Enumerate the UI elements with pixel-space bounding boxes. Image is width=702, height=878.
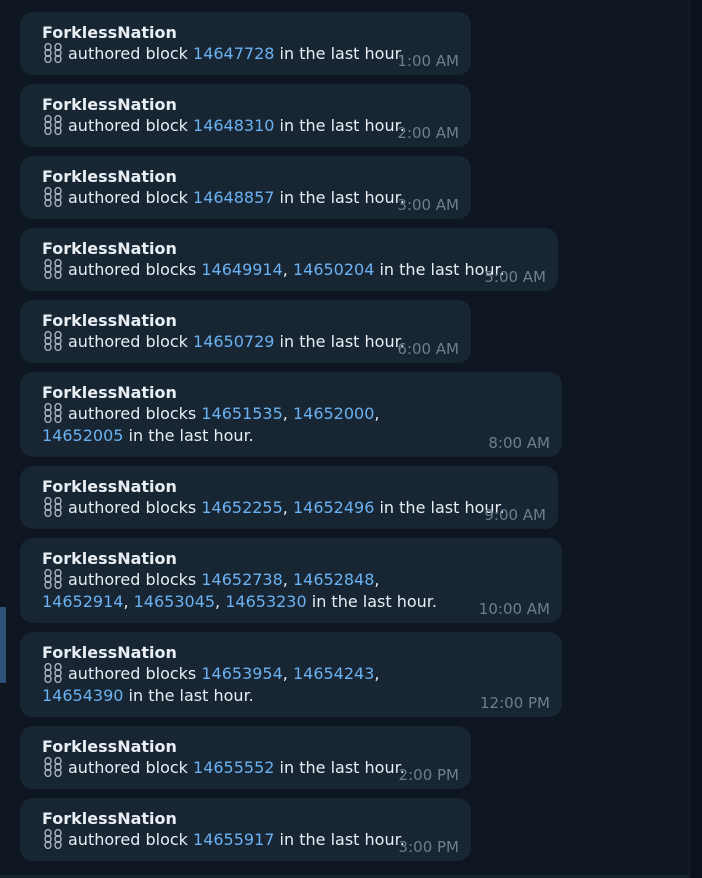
message-bubble: ForklessNation authored block 14655552 in… <box>20 726 471 789</box>
message-sender[interactable]: ForklessNation <box>42 238 546 259</box>
chain-link-icon <box>42 496 64 519</box>
message-suffix: in the last hour. <box>279 116 405 135</box>
message-sender[interactable]: ForklessNation <box>42 808 459 829</box>
message-verb: authored block <box>68 188 188 207</box>
block-link[interactable]: 14653954 <box>201 664 282 683</box>
chain-link-icon <box>42 42 64 65</box>
message-bubble: ForklessNation authored blocks 14651535, … <box>20 372 562 457</box>
chain-link-icon <box>42 568 64 591</box>
message-text: authored blocks 14651535, 14652000, 1465… <box>42 402 380 445</box>
message-sender[interactable]: ForklessNation <box>42 166 459 187</box>
block-link[interactable]: 14647728 <box>193 44 274 63</box>
chain-link-icon <box>42 828 64 851</box>
message-sender[interactable]: ForklessNation <box>42 382 550 403</box>
message-sender[interactable]: ForklessNation <box>42 642 550 663</box>
message-time: 5:00 AM <box>484 268 546 286</box>
message-sender[interactable]: ForklessNation <box>42 548 550 569</box>
block-link[interactable]: 14652848 <box>293 570 374 589</box>
chat-area: ForklessNation authored block 14647728 in… <box>0 0 690 878</box>
message-verb: authored blocks <box>68 664 197 683</box>
message-sender[interactable]: ForklessNation <box>42 310 459 331</box>
message-suffix: in the last hour. <box>279 758 405 777</box>
message-time: 1:00 AM <box>397 52 459 70</box>
message-time: 2:00 PM <box>398 766 459 784</box>
message-bubble: ForklessNation authored block 14648310 in… <box>20 84 471 147</box>
block-link[interactable]: 14650729 <box>193 332 274 351</box>
block-link[interactable]: 14654243 <box>293 664 374 683</box>
message-verb: authored block <box>68 758 188 777</box>
message-sender[interactable]: ForklessNation <box>42 476 546 497</box>
message-time: 3:00 PM <box>398 838 459 856</box>
message-bubble: ForklessNation authored blocks 14652738, … <box>20 538 562 623</box>
message-text: authored blocks 14652738, 14652848, 1465… <box>42 568 437 611</box>
block-link[interactable]: 14652496 <box>293 498 374 517</box>
message-bubble: ForklessNation authored block 14648857 in… <box>20 156 471 219</box>
message-time: 9:00 AM <box>484 506 546 524</box>
message-text: authored block 14655552 in the last hour… <box>42 756 459 779</box>
block-link[interactable]: 14648857 <box>193 188 274 207</box>
message-text: authored blocks 14653954, 14654243, 1465… <box>42 662 380 705</box>
chain-link-icon <box>42 186 64 209</box>
block-link[interactable]: 14649914 <box>201 260 282 279</box>
message-suffix: in the last hour. <box>128 426 254 445</box>
message-suffix: in the last hour. <box>279 332 405 351</box>
message-suffix: in the last hour. <box>279 44 405 63</box>
message-verb: authored blocks <box>68 498 197 517</box>
message-suffix: in the last hour. <box>279 830 405 849</box>
message-verb: authored block <box>68 44 188 63</box>
message-verb: authored blocks <box>68 260 197 279</box>
message-time: 10:00 AM <box>478 600 550 618</box>
chain-link-icon <box>42 330 64 353</box>
chain-link-icon <box>42 114 64 137</box>
message-suffix: in the last hour. <box>128 686 254 705</box>
message-time: 8:00 AM <box>488 434 550 452</box>
message-bubble: ForklessNation authored blocks 14649914, … <box>20 228 558 291</box>
chain-link-icon <box>42 662 64 685</box>
message-text: authored blocks 14652255, 14652496 in th… <box>42 496 546 519</box>
message-sender[interactable]: ForklessNation <box>42 94 459 115</box>
block-link[interactable]: 14654390 <box>42 686 123 705</box>
block-link[interactable]: 14650204 <box>293 260 374 279</box>
message-suffix: in the last hour. <box>311 592 437 611</box>
message-time: 12:00 PM <box>480 694 550 712</box>
block-link[interactable]: 14648310 <box>193 116 274 135</box>
message-verb: authored block <box>68 332 188 351</box>
message-bubble: ForklessNation authored blocks 14652255, … <box>20 466 558 529</box>
block-link[interactable]: 14652255 <box>201 498 282 517</box>
message-sender[interactable]: ForklessNation <box>42 736 459 757</box>
message-bubble: ForklessNation authored blocks 14653954, … <box>20 632 562 717</box>
message-bubble: ForklessNation authored block 14647728 in… <box>20 12 471 75</box>
block-link[interactable]: 14653230 <box>225 592 306 611</box>
block-link[interactable]: 14652000 <box>293 404 374 423</box>
message-time: 6:00 AM <box>397 340 459 358</box>
block-link[interactable]: 14652738 <box>201 570 282 589</box>
message-verb: authored blocks <box>68 570 197 589</box>
chain-link-icon <box>42 258 64 281</box>
block-link[interactable]: 14652005 <box>42 426 123 445</box>
block-link[interactable]: 14655917 <box>193 830 274 849</box>
message-time: 2:00 AM <box>397 124 459 142</box>
message-time: 3:00 AM <box>397 196 459 214</box>
chain-link-icon <box>42 402 64 425</box>
chain-link-icon <box>42 756 64 779</box>
message-verb: authored blocks <box>68 404 197 423</box>
message-text: authored blocks 14649914, 14650204 in th… <box>42 258 546 281</box>
block-link[interactable]: 14655552 <box>193 758 274 777</box>
scroll-indicator[interactable] <box>0 607 6 683</box>
message-suffix: in the last hour. <box>279 188 405 207</box>
block-link[interactable]: 14653045 <box>134 592 215 611</box>
message-sender[interactable]: ForklessNation <box>42 22 459 43</box>
right-panel-divider <box>689 0 702 878</box>
message-bubble: ForklessNation authored block 14655917 in… <box>20 798 471 861</box>
message-text: authored block 14655917 in the last hour… <box>42 828 459 851</box>
block-link[interactable]: 14652914 <box>42 592 123 611</box>
block-link[interactable]: 14651535 <box>201 404 282 423</box>
message-verb: authored block <box>68 830 188 849</box>
message-verb: authored block <box>68 116 188 135</box>
message-bubble: ForklessNation authored block 14650729 in… <box>20 300 471 363</box>
